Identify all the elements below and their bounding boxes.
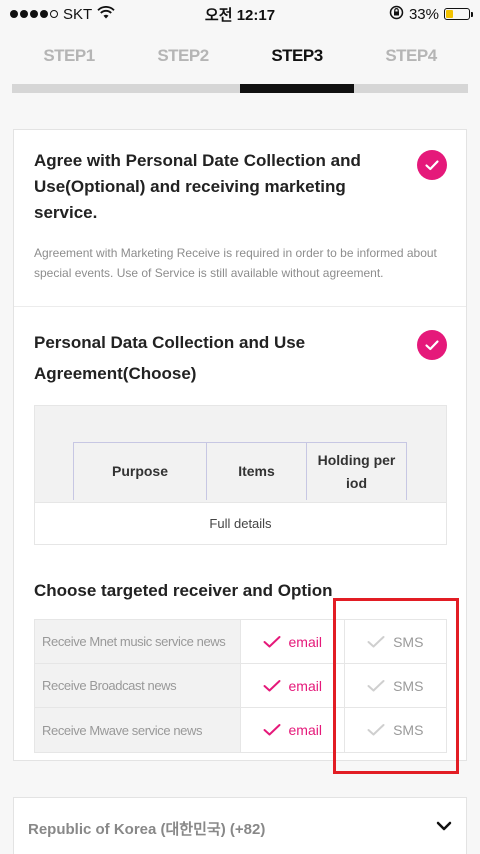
step-3: STEP3	[271, 46, 323, 65]
signal-dot	[20, 10, 28, 18]
page: SKT 오전 12:17 33% STEP1 STEP2 STEP3 STEP4…	[0, 0, 480, 854]
carrier-label: SKT	[63, 5, 93, 23]
rotation-lock-icon	[389, 5, 404, 24]
full-details-link[interactable]: Full details	[35, 502, 446, 544]
table-header-row: Purpose Items Holding per iod	[73, 442, 407, 500]
receiver-row-label: Receive Broadcast news	[35, 664, 241, 707]
receiver-title: Choose targeted receiver and Option	[34, 581, 333, 600]
battery-fill	[446, 10, 454, 18]
step-1: STEP1	[43, 46, 95, 65]
signal-dot	[10, 10, 18, 18]
step-progress-track	[12, 84, 468, 93]
email-option[interactable]: email	[240, 708, 344, 752]
clock: 오전 12:17	[204, 6, 276, 24]
check-icon	[425, 340, 439, 351]
step-2: STEP2	[157, 46, 209, 65]
header-purpose: Purpose	[74, 443, 207, 500]
marketing-title: Agree with Personal Date Collection and …	[34, 151, 361, 222]
status-left: SKT	[10, 6, 115, 23]
email-option-label: email	[288, 677, 322, 694]
email-option[interactable]: email	[240, 664, 344, 707]
marketing-description: Agreement with Marketing Receive is requ…	[34, 246, 437, 280]
data-collection-title: Personal Data Collection and Use Agreeme…	[34, 333, 306, 383]
receiver-row-label: Receive Mwave service news	[35, 708, 241, 752]
check-icon	[263, 679, 281, 691]
step-4: STEP4	[385, 46, 437, 65]
step-tabs: STEP1 STEP2 STEP3 STEP4	[12, 40, 468, 72]
country-select[interactable]: Republic of Korea (대한민국) (+82)	[13, 797, 467, 854]
check-icon	[425, 160, 439, 171]
step-progress-indicator	[240, 84, 354, 93]
header-holding-period: Holding per iod	[317, 451, 396, 491]
receiver-row-label: Receive Mnet music service news	[35, 620, 241, 663]
status-bar: SKT 오전 12:17 33%	[0, 0, 480, 28]
wifi-icon	[97, 5, 115, 23]
check-icon	[263, 724, 281, 736]
status-right: 33%	[389, 5, 473, 24]
marketing-checkbox[interactable]	[417, 150, 447, 180]
signal-dot	[30, 10, 38, 18]
battery-percent: 33%	[408, 5, 439, 23]
marketing-section: Agree with Personal Date Collection and …	[14, 130, 466, 307]
chevron-down-icon	[436, 819, 452, 837]
country-select-value: Republic of Korea (대한민국) (+82)	[28, 820, 266, 838]
battery-icon	[444, 8, 473, 20]
check-icon	[263, 635, 281, 647]
signal-dot-empty	[50, 10, 58, 18]
data-collection-table[interactable]: Purpose Items Holding per iod Full detai…	[34, 405, 447, 545]
data-collection-checkbox[interactable]	[417, 330, 447, 360]
email-option[interactable]: email	[240, 620, 344, 663]
signal-icon	[10, 10, 58, 18]
header-items: Items	[207, 443, 307, 500]
signal-dot	[40, 10, 48, 18]
email-option-label: email	[288, 633, 322, 650]
highlight-box	[333, 598, 459, 774]
email-option-label: email	[288, 722, 322, 738]
